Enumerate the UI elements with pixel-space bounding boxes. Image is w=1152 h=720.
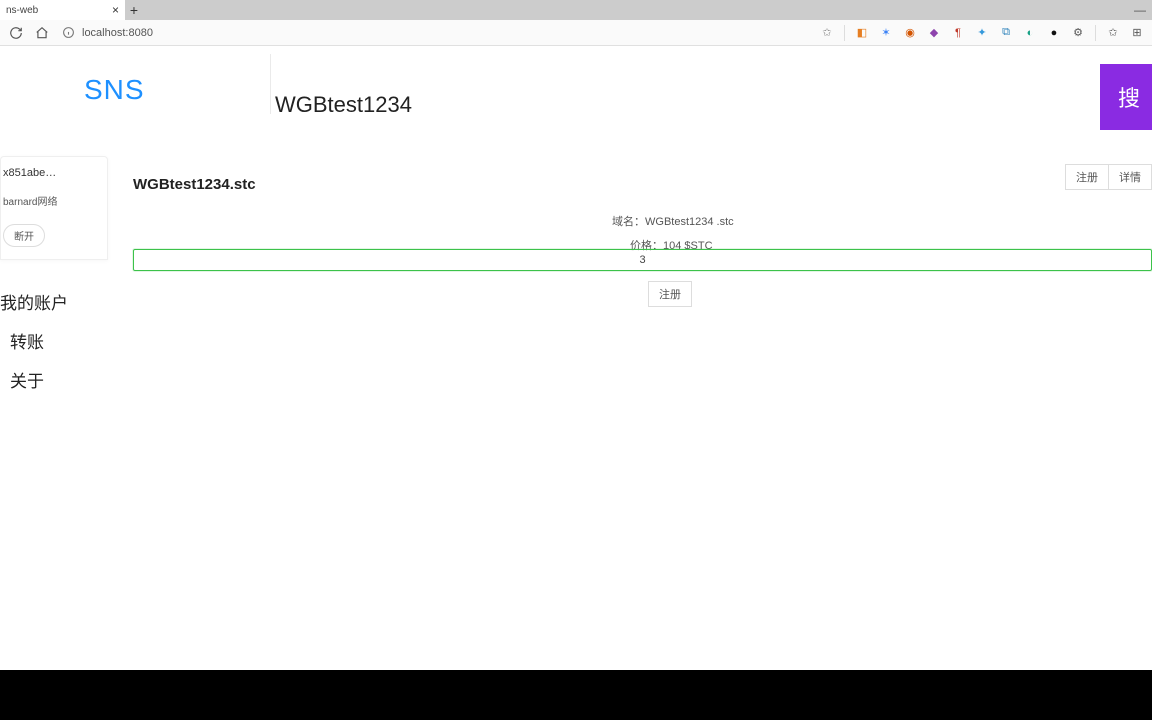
window-minimize-icon[interactable]: — xyxy=(1134,3,1146,17)
wallet-address: x851abe… xyxy=(3,167,101,179)
favorite-icon[interactable]: ✩ xyxy=(820,26,834,40)
toolbar-separator xyxy=(844,25,845,41)
ext-icon-3[interactable]: ◉ xyxy=(903,26,917,40)
refresh-icon[interactable] xyxy=(8,25,24,41)
url-box[interactable]: localhost:8080 xyxy=(60,25,153,41)
ext-icon-4[interactable]: ◆ xyxy=(927,26,941,40)
ext-icon-8[interactable]: ◐ xyxy=(1023,26,1037,40)
site-info-icon[interactable] xyxy=(60,25,76,41)
favorites-bar-icon[interactable]: ✩ xyxy=(1106,26,1120,40)
side-nav: 我的账户 转账 关于 xyxy=(0,276,108,399)
domain-search-input[interactable] xyxy=(275,84,1055,126)
ext-icon-7[interactable]: ⧉ xyxy=(999,26,1013,40)
url-text: localhost:8080 xyxy=(82,27,153,39)
ext-icon-1[interactable]: ◧ xyxy=(855,26,869,40)
nav-about[interactable]: 关于 xyxy=(0,360,104,399)
ext-icon-6[interactable]: ✦ xyxy=(975,26,989,40)
domain-label: 域名： xyxy=(612,216,645,228)
home-icon[interactable] xyxy=(34,25,50,41)
register-button[interactable]: 注册 xyxy=(648,281,692,307)
search-button[interactable]: 搜 xyxy=(1100,64,1152,130)
new-tab-button[interactable]: + xyxy=(125,0,143,20)
ext-icon-5[interactable]: ¶ xyxy=(951,26,965,40)
settings-icon[interactable]: ⚙ xyxy=(1071,26,1085,40)
tab-detail[interactable]: 详情 xyxy=(1109,164,1152,190)
domain-info-line: 域名：WGBtest1234 .stc xyxy=(612,213,734,229)
years-input[interactable]: 3 xyxy=(133,249,1152,271)
domain-value: WGBtest1234 .stc xyxy=(645,216,734,228)
bottom-strip xyxy=(0,670,1152,720)
domain-heading: WGBtest1234.stc xyxy=(133,176,256,193)
tab-title: ns-web xyxy=(6,5,38,16)
ext-icon-9[interactable]: ● xyxy=(1047,26,1061,40)
browser-tab[interactable]: ns-web × xyxy=(0,0,125,20)
disconnect-button[interactable]: 断开 xyxy=(3,224,45,247)
collections-icon[interactable]: ⊞ xyxy=(1130,26,1144,40)
toolbar-separator-2 xyxy=(1095,25,1096,41)
network-name: barnard网络 xyxy=(3,193,101,208)
close-tab-icon[interactable]: × xyxy=(112,3,119,17)
nav-my-account[interactable]: 我的账户 xyxy=(0,282,104,321)
logo-divider xyxy=(270,54,271,114)
years-value: 3 xyxy=(639,254,645,266)
account-card: x851abe… barnard网络 断开 xyxy=(0,156,108,260)
nav-transfer[interactable]: 转账 xyxy=(0,321,104,360)
tab-register[interactable]: 注册 xyxy=(1065,164,1109,190)
app-logo: SNS xyxy=(84,74,145,106)
ext-icon-2[interactable]: ✶ xyxy=(879,26,893,40)
